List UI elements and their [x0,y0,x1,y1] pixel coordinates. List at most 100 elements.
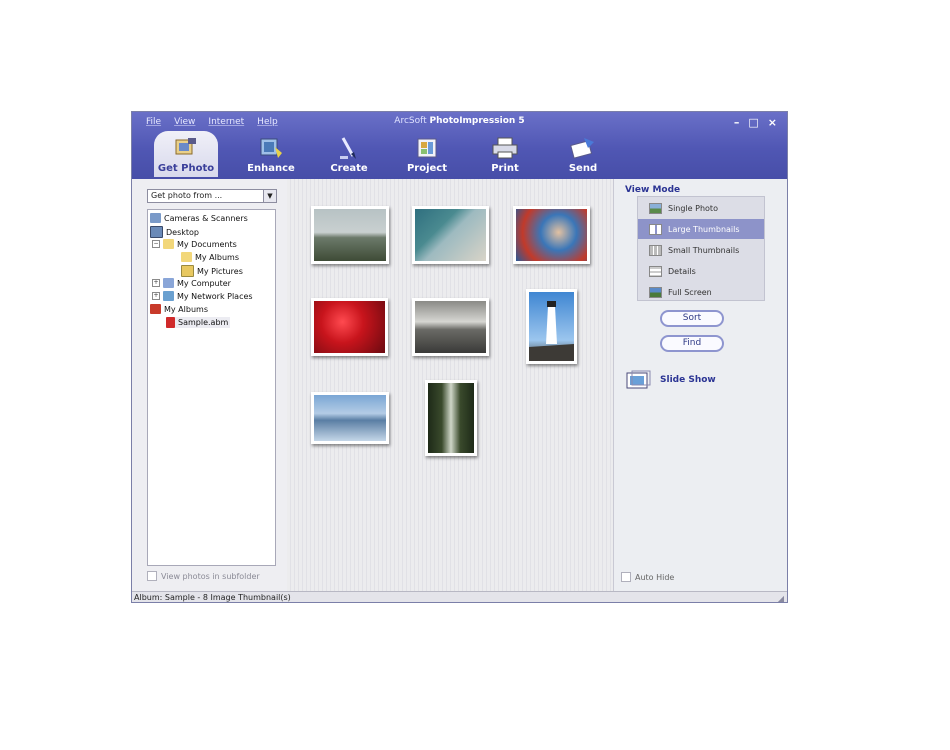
tree-item-my-computer[interactable]: + My Computer [152,278,231,288]
tree-item-label: My Pictures [197,266,243,276]
view-mode-label: Large Thumbnails [668,224,740,234]
tree-item-label: My Documents [177,239,237,249]
auto-hide-checkbox[interactable] [621,572,631,582]
tool-label: Project [406,163,448,174]
tree-item-my-pictures[interactable]: My Pictures [181,265,243,277]
view-panel: View Mode Single Photo Large Thumbnails … [613,179,787,591]
minimize-button[interactable]: – [734,116,740,129]
expand-toggle[interactable]: + [152,292,160,300]
thumbnail-sunset-sea[interactable] [412,298,489,356]
tool-enhance[interactable]: Enhance [232,131,310,177]
tree-item-my-documents[interactable]: − My Documents [152,239,237,249]
view-subfolder-option[interactable]: View photos in subfolder [147,571,260,581]
full-screen-icon [649,286,662,298]
create-pen-icon [336,136,362,160]
view-mode-title: View Mode [625,185,681,195]
view-mode-single-photo[interactable]: Single Photo [638,198,764,218]
tree-item-label: My Albums [195,252,239,262]
slide-show-label: Slide Show [660,375,716,385]
tool-label: Print [491,163,519,174]
status-text: Album: Sample - 8 Image Thumbnail(s) [134,593,291,602]
tree-item-network-places[interactable]: + My Network Places [152,291,253,301]
view-mode-details[interactable]: Details [638,261,764,281]
enhance-icon [258,136,284,160]
lighthouse-shape [529,301,574,361]
source-panel: Get photo from ... ▼ Cameras & Scanners … [132,179,288,591]
small-thumbnails-icon [649,244,662,256]
thumbnail-child-portrait[interactable] [513,206,590,264]
find-button[interactable]: Find [660,335,724,352]
view-mode-label: Details [668,266,696,276]
window-controls: – □ × [734,116,777,129]
slide-show-button[interactable]: Slide Show [626,370,716,390]
tree-item-label: My Computer [177,278,231,288]
tree-item-label: Cameras & Scanners [164,213,248,223]
view-mode-small-thumbnails[interactable]: Small Thumbnails [638,240,764,260]
source-select-value: Get photo from ... [151,191,223,200]
close-button[interactable]: × [768,116,777,129]
tool-label: Create [330,163,368,174]
tree-item-label: Desktop [166,227,199,237]
view-mode-label: Single Photo [668,203,718,213]
tool-get-photo[interactable]: Get Photo [154,131,218,177]
thumbnail-mountain-lake[interactable] [311,392,389,444]
tree-item-label: My Network Places [177,291,253,301]
auto-hide-label: Auto Hide [635,572,675,582]
tree-item-desktop[interactable]: Desktop [150,226,199,238]
tree-item-cameras[interactable]: Cameras & Scanners [150,213,248,223]
printer-icon [492,136,518,160]
thumbnail-beach-shore[interactable] [412,206,489,264]
main-toolbar: Get Photo Enhance Create Project Print S… [154,131,622,177]
app-window: File View Internet Help ArcSoft PhotoImp… [131,111,788,603]
thumbnail-lighthouse[interactable] [526,289,577,364]
chevron-down-icon[interactable]: ▼ [263,190,276,202]
view-mode-large-thumbnails[interactable]: Large Thumbnails [638,219,764,239]
thumbnail-forest-waterfall[interactable] [425,380,477,456]
title-main: PhotoImpression 5 [429,116,525,126]
network-icon [163,291,174,301]
source-select[interactable]: Get photo from ... ▼ [147,189,277,203]
title-prefix: ArcSoft [394,116,427,126]
tree-item-my-albums[interactable]: My Albums [150,304,208,314]
sort-button[interactable]: Sort [660,310,724,327]
tool-print[interactable]: Print [466,131,544,177]
view-mode-list: Single Photo Large Thumbnails Small Thum… [637,196,765,301]
large-thumbnails-icon [649,223,662,235]
maximize-button[interactable]: □ [748,116,758,129]
camera-icon [150,213,161,223]
folder-icon [163,239,174,249]
computer-icon [163,278,174,288]
view-mode-label: Full Screen [668,287,712,297]
subfolder-checkbox[interactable] [147,571,157,581]
collapse-toggle[interactable]: − [152,240,160,248]
thumbnail-field-landscape[interactable] [311,206,389,264]
resize-grip-icon[interactable]: ◢ [778,593,784,602]
tool-create[interactable]: Create [310,131,388,177]
folder-pictures-icon [181,265,194,277]
view-mode-full-screen[interactable]: Full Screen [638,282,764,302]
expand-toggle[interactable]: + [152,279,160,287]
folder-icon [181,252,192,262]
window-title: ArcSoft PhotoImpression 5 [132,116,787,126]
tool-send[interactable]: Send [544,131,622,177]
desktop-icon [150,226,163,238]
tree-item-my-albums-folder[interactable]: My Albums [181,252,239,262]
subfolder-checkbox-label: View photos in subfolder [161,571,260,581]
slide-show-icon [626,370,651,389]
album-file-icon [166,317,175,328]
folder-tree[interactable]: Cameras & Scanners Desktop − My Document… [147,209,276,566]
tool-project[interactable]: Project [388,131,466,177]
tool-label: Enhance [247,163,295,174]
tree-item-label: My Albums [164,304,208,314]
send-icon [570,136,596,160]
status-bar: Album: Sample - 8 Image Thumbnail(s) ◢ [132,591,787,602]
camera-photo-icon [173,136,199,160]
tree-item-sample-album[interactable]: Sample.abm [166,317,231,328]
thumbnail-red-flowers[interactable] [311,298,388,356]
auto-hide-option[interactable]: Auto Hide [621,572,674,582]
view-mode-label: Small Thumbnails [668,245,740,255]
thumbnail-area [287,179,613,591]
tree-item-label: Sample.abm [178,318,229,327]
project-icon [414,136,440,160]
tool-label: Send [568,163,598,174]
